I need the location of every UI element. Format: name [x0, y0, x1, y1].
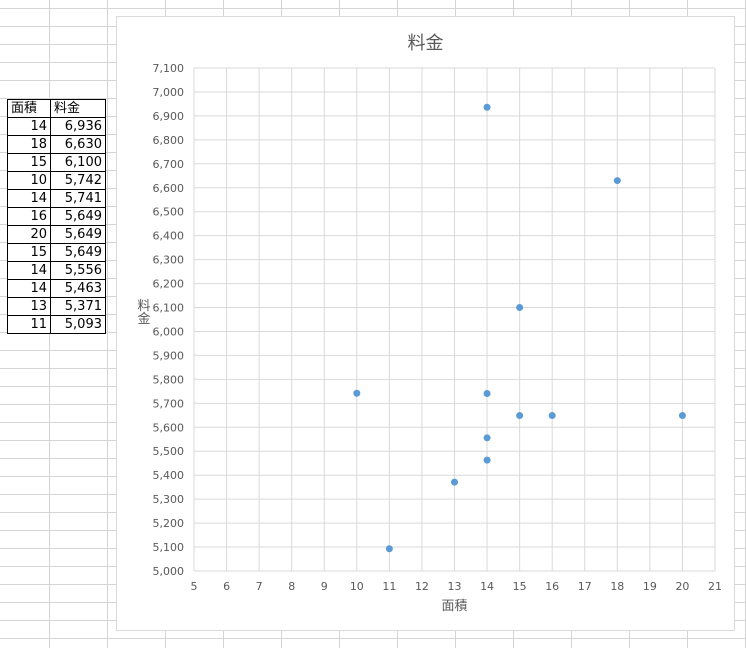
data-table: 面積 料金 14 6,936 18 6,630 15 6,100 10 5,742 14 5,74… — [7, 99, 106, 334]
cell-fee[interactable]: 5,093 — [50, 315, 106, 334]
x-tick-label: 14 — [480, 580, 494, 593]
y-tick-label: 5,300 — [153, 493, 185, 506]
cell-fee[interactable]: 5,463 — [50, 279, 106, 298]
x-tick-label: 5 — [191, 580, 198, 593]
table-row: 20 5,649 — [7, 225, 106, 244]
cell-fee[interactable]: 5,649 — [50, 207, 106, 226]
cell-fee[interactable]: 5,649 — [50, 225, 106, 244]
x-tick-label: 7 — [256, 580, 263, 593]
header-area[interactable]: 面積 — [7, 99, 51, 118]
cell-area[interactable]: 18 — [7, 135, 51, 154]
cell-area[interactable]: 14 — [7, 279, 51, 298]
cell-fee[interactable]: 6,630 — [50, 135, 106, 154]
table-row: 14 6,936 — [7, 117, 106, 136]
y-tick-label: 5,400 — [153, 469, 185, 482]
table-header-row: 面積 料金 — [7, 99, 106, 118]
cell-area[interactable]: 14 — [7, 117, 51, 136]
x-tick-label: 11 — [382, 580, 396, 593]
x-tick-label: 6 — [223, 580, 230, 593]
data-point — [483, 456, 491, 464]
y-tick-label: 5,900 — [153, 349, 185, 362]
cell-fee[interactable]: 5,742 — [50, 171, 106, 190]
table-row: 18 6,630 — [7, 135, 106, 154]
y-tick-label: 6,000 — [153, 325, 185, 338]
cell-area[interactable]: 15 — [7, 153, 51, 172]
data-point — [548, 412, 556, 420]
x-tick-label: 18 — [610, 580, 624, 593]
y-tick-label: 6,200 — [153, 278, 185, 291]
x-tick-label: 15 — [513, 580, 527, 593]
cell-fee[interactable]: 5,741 — [50, 189, 106, 208]
y-tick-label: 6,900 — [153, 110, 185, 123]
table-row: 14 5,556 — [7, 261, 106, 280]
y-tick-label: 5,800 — [153, 373, 185, 386]
data-point — [385, 545, 393, 553]
y-axis-title: 料金 — [135, 299, 151, 325]
x-tick-label: 9 — [321, 580, 328, 593]
y-tick-label: 5,600 — [153, 421, 185, 434]
chart-title: 料金 — [407, 33, 444, 54]
y-tick-label: 5,100 — [153, 541, 185, 554]
cell-area[interactable]: 14 — [7, 261, 51, 280]
cell-fee[interactable]: 5,371 — [50, 297, 106, 316]
y-tick-label: 6,400 — [153, 230, 185, 243]
y-tick-label: 6,800 — [153, 134, 185, 147]
data-point — [516, 304, 524, 312]
table-row: 16 5,649 — [7, 207, 106, 226]
y-tick-label: 6,300 — [153, 254, 185, 267]
cell-area[interactable]: 10 — [7, 171, 51, 190]
x-tick-label: 16 — [545, 580, 559, 593]
x-tick-label: 13 — [448, 580, 462, 593]
y-tick-label: 7,100 — [153, 62, 185, 75]
data-point — [678, 412, 686, 420]
x-tick-label: 17 — [578, 580, 592, 593]
x-tick-label: 19 — [643, 580, 657, 593]
header-fee[interactable]: 料金 — [50, 99, 106, 118]
data-point — [353, 389, 361, 397]
cell-area[interactable]: 16 — [7, 207, 51, 226]
x-axis-title: 面積 — [441, 599, 467, 614]
scatter-chart: 5 6 7 8 9 10 11 12 13 14 15 16 17 18 19 20 21 5,000 5,100 5… — [135, 62, 723, 614]
cell-area[interactable]: 13 — [7, 297, 51, 316]
y-tick-label: 6,600 — [153, 182, 185, 195]
y-tick-label: 5,500 — [153, 445, 185, 458]
table-row: 14 5,741 — [7, 189, 106, 208]
data-point — [483, 434, 491, 442]
table-row: 11 5,093 — [7, 315, 106, 334]
y-tick-label: 6,700 — [153, 158, 185, 171]
y-tick-label: 6,100 — [153, 302, 185, 315]
table-row: 14 5,463 — [7, 279, 106, 298]
cell-fee[interactable]: 6,100 — [50, 153, 106, 172]
data-point — [451, 478, 458, 486]
table-row: 10 5,742 — [7, 171, 106, 190]
cell-area[interactable]: 20 — [7, 225, 51, 244]
cell-fee[interactable]: 5,649 — [50, 243, 106, 262]
y-tick-label: 5,700 — [153, 397, 185, 410]
x-tick-label: 21 — [708, 580, 722, 593]
cell-fee[interactable]: 6,936 — [50, 117, 106, 136]
y-tick-label: 7,000 — [153, 86, 185, 99]
data-point — [613, 177, 621, 185]
y-tick-label: 6,500 — [153, 206, 185, 219]
data-point — [516, 412, 524, 420]
x-tick-label: 20 — [675, 580, 689, 593]
cell-area[interactable]: 14 — [7, 189, 51, 208]
cell-area[interactable]: 11 — [7, 315, 51, 334]
chart-area[interactable]: 5 6 7 8 9 10 11 12 13 14 15 16 17 18 19 20 21 5,000 5,100 5… — [116, 16, 735, 631]
x-tick-label: 10 — [350, 580, 364, 593]
cell-fee[interactable]: 5,556 — [50, 261, 106, 280]
table-row: 15 6,100 — [7, 153, 106, 172]
data-point — [483, 103, 491, 111]
cell-area[interactable]: 15 — [7, 243, 51, 262]
x-tick-label: 12 — [415, 580, 429, 593]
table-row: 15 5,649 — [7, 243, 106, 262]
table-row: 13 5,371 — [7, 297, 106, 316]
y-tick-label: 5,000 — [153, 565, 185, 578]
data-point — [483, 390, 491, 398]
x-tick-label: 8 — [288, 580, 295, 593]
y-tick-label: 5,200 — [153, 517, 185, 530]
